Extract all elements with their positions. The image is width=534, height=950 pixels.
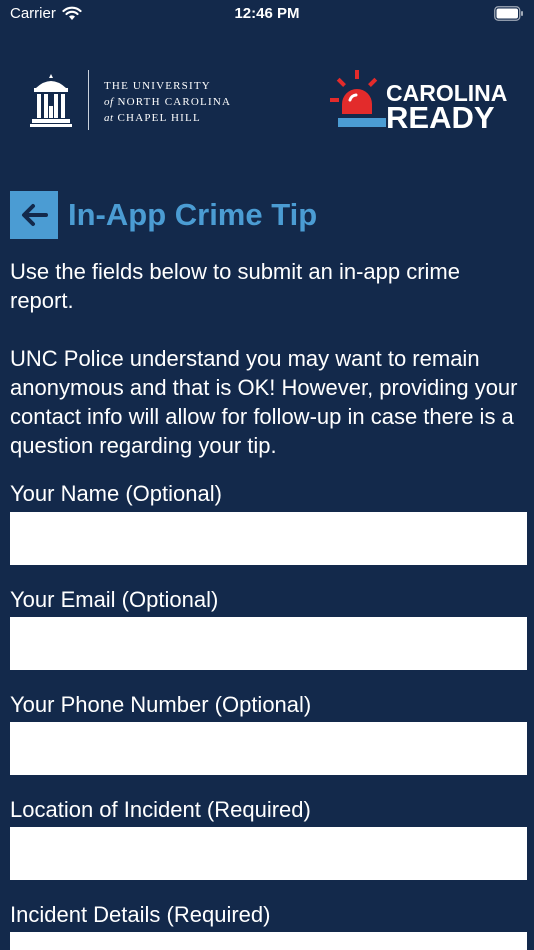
name-input[interactable] <box>10 512 527 565</box>
status-time: 12:46 PM <box>234 5 300 22</box>
title-row: In-App Crime Tip <box>10 190 317 239</box>
intro-paragraph-2: UNC Police understand you may want to re… <box>10 346 518 458</box>
unc-line1: THE UNIVERSITY <box>104 80 211 92</box>
email-input[interactable] <box>10 617 527 670</box>
siren-icon <box>330 70 386 127</box>
status-bar: Carrier 12:46 PM <box>0 0 534 30</box>
location-label: Location of Incident (Required) <box>10 797 311 822</box>
carolina-ready-line2: READY <box>386 100 495 135</box>
carolina-ready-wordmark: CAROLINA READY <box>386 82 507 135</box>
phone-input[interactable] <box>10 722 527 775</box>
battery-icon <box>494 6 523 21</box>
location-input[interactable] <box>10 827 527 880</box>
details-input[interactable] <box>10 932 527 950</box>
carolina-ready-logo: CAROLINA READY <box>330 70 510 134</box>
intro-text: Use the fields below to submit an in-app… <box>10 257 526 460</box>
arrow-left-icon <box>22 203 48 226</box>
unc-line3: at CHAPEL HILL <box>104 112 201 124</box>
name-label: Your Name (Optional) <box>10 481 222 506</box>
unc-line2: of NORTH CAROLINA <box>104 96 232 108</box>
unc-wordmark: THE UNIVERSITY of NORTH CAROLINA at CHAP… <box>104 78 231 126</box>
page-title: In-App Crime Tip <box>68 196 318 232</box>
intro-paragraph-1: Use the fields below to submit an in-app… <box>10 259 460 313</box>
unc-logo: THE UNIVERSITY of NORTH CAROLINA at CHAP… <box>30 66 260 136</box>
phone-label: Your Phone Number (Optional) <box>10 692 312 717</box>
email-label: Your Email (Optional) <box>10 587 219 612</box>
logo-divider <box>88 70 89 130</box>
back-button[interactable] <box>10 190 58 239</box>
logo-row: THE UNIVERSITY of NORTH CAROLINA at CHAP… <box>0 66 534 136</box>
details-label: Incident Details (Required) <box>10 902 271 927</box>
old-well-icon <box>30 74 72 127</box>
